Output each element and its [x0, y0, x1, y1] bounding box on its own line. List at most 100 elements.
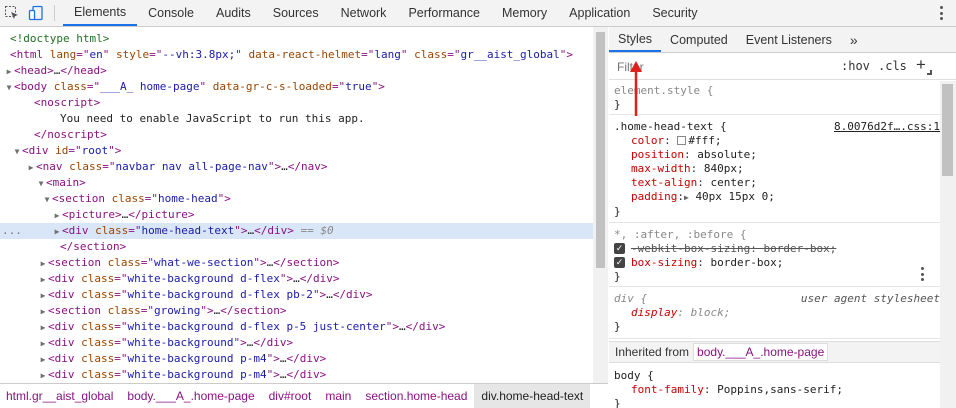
dom-node-line[interactable]: ▶ <div class="white-background d-flex p-5… [0, 319, 593, 335]
expand-triangle-icon[interactable]: ▶ [38, 256, 48, 272]
filter-input[interactable] [613, 57, 831, 77]
prop-position[interactable]: position: absolute; [631, 148, 757, 162]
dom-node-line[interactable]: ▶ <div class="white-background p-m4">…</d… [0, 367, 593, 383]
prop-box-sizing[interactable]: box-sizing: border-box; [631, 256, 783, 270]
hover-state-toggle[interactable]: :hov [841, 59, 870, 73]
tab-sources[interactable]: Sources [262, 0, 330, 26]
expand-triangle-icon[interactable]: ▶ [38, 336, 48, 352]
new-rule-menu-icon[interactable] [927, 70, 932, 75]
breadcrumb-body[interactable]: body.___A_.home-page [120, 384, 261, 408]
breadcrumb-div-selected[interactable]: div.home-head-text [474, 383, 591, 408]
inspect-element-icon[interactable] [0, 0, 24, 26]
collapse-triangle-icon[interactable]: ▼ [12, 144, 22, 160]
dom-node-line[interactable]: You need to enable JavaScript to run thi… [0, 111, 593, 127]
tab-memory[interactable]: Memory [491, 0, 558, 26]
prop-color[interactable]: color: #fff; [631, 134, 722, 148]
checkbox-webkit-box-sizing[interactable]: ✓ [614, 243, 625, 254]
more-tabs-icon[interactable]: » [841, 27, 867, 52]
prop-webkit-box-sizing[interactable]: -webkit-box-sizing: border-box; [631, 242, 836, 256]
tab-console[interactable]: Console [137, 0, 205, 26]
inherited-label: Inherited from [615, 345, 690, 359]
dom-node-line[interactable]: <!doctype html> [0, 31, 593, 47]
inherited-selector-link[interactable]: body.___A_.home-page [693, 343, 829, 361]
dom-node-line[interactable]: ▶ <div class="white-background d-flex">…<… [0, 271, 593, 287]
rule-close: } [614, 98, 621, 111]
dom-node-line[interactable]: <html lang="en" style="--vh:3.8px;" data… [0, 47, 593, 63]
dom-node-line[interactable]: </noscript> [0, 127, 593, 143]
expand-triangle-icon[interactable]: ▶ [38, 368, 48, 383]
collapse-triangle-icon[interactable]: ▼ [4, 80, 14, 96]
breadcrumb-main[interactable]: main [318, 384, 358, 408]
prop-max-width[interactable]: max-width: 840px; [631, 162, 744, 176]
expand-icon: ▶ [683, 193, 689, 202]
more-options-icon[interactable] [934, 4, 948, 22]
dom-node-line[interactable]: ▶ <head>…</head> [0, 63, 593, 79]
annotation-arrow-icon [630, 61, 642, 116]
body-rule: body { font-family: Poppins,sans-serif; … [609, 365, 940, 408]
dom-node-line[interactable]: ▶ <section class="growing">…</section> [0, 303, 593, 319]
dom-node-line[interactable]: </section> [0, 239, 593, 255]
dom-node-line[interactable]: ▼ <div id="root"> [0, 143, 593, 159]
dom-node-line[interactable]: ▼ <section class="home-head"> [0, 191, 593, 207]
prop-padding[interactable]: padding:▶ 40px 15px 0; [631, 190, 775, 204]
prop-font-family[interactable]: font-family: Poppins,sans-serif; [631, 383, 843, 397]
rule-menu-icon[interactable] [920, 267, 924, 281]
checkbox-box-sizing[interactable]: ✓ [614, 257, 625, 268]
expand-triangle-icon[interactable]: ▶ [52, 224, 62, 240]
expand-triangle-icon[interactable]: ▶ [38, 272, 48, 288]
expand-triangle-icon[interactable]: ▶ [4, 64, 14, 80]
new-rule-button[interactable]: + [916, 55, 926, 75]
rule-close: } [614, 397, 621, 408]
rule-source-link[interactable]: 8.0076d2f….css:1 [834, 120, 940, 133]
dom-node-line[interactable]: ▶ <nav class="navbar nav all-page-nav">…<… [0, 159, 593, 175]
tab-network[interactable]: Network [330, 0, 398, 26]
collapse-triangle-icon[interactable]: ▼ [36, 176, 46, 192]
styles-scrollbar-thumb[interactable] [942, 84, 953, 176]
tab-elements[interactable]: Elements [63, 0, 138, 26]
tab-styles[interactable]: Styles [609, 27, 662, 52]
dom-node-line[interactable]: ▶ <section class="what-we-section">…</sec… [0, 255, 593, 271]
rule-selector: body { [614, 369, 654, 382]
tab-performance[interactable]: Performance [397, 0, 491, 26]
color-swatch-icon[interactable] [677, 136, 687, 145]
expand-triangle-icon[interactable]: ▶ [52, 208, 62, 224]
expand-triangle-icon[interactable]: ▶ [38, 288, 48, 304]
node-actions-icon[interactable]: ... [2, 223, 22, 239]
collapse-triangle-icon[interactable]: ▼ [42, 192, 52, 208]
dom-node-line[interactable]: ▶ <picture>…</picture> [0, 207, 593, 223]
tab-application[interactable]: Application [558, 0, 641, 26]
prop-text-align[interactable]: text-align: center; [631, 176, 757, 190]
breadcrumb-div-root[interactable]: div#root [262, 384, 319, 408]
tab-audits[interactable]: Audits [205, 0, 262, 26]
dom-node-line[interactable]: ▶ <div class="white-background d-flex pb-… [0, 287, 593, 303]
breadcrumb-section[interactable]: section.home-head [358, 384, 474, 408]
expand-triangle-icon[interactable]: ▶ [26, 160, 36, 176]
rule-close: } [614, 270, 621, 283]
tab-computed[interactable]: Computed [661, 27, 737, 52]
class-toggle[interactable]: .cls [878, 59, 907, 73]
prop-display: display: block; [631, 306, 731, 319]
dom-node-line[interactable]: ▶ <div class="white-background">…</div> [0, 335, 593, 351]
device-toolbar-icon[interactable] [24, 0, 48, 26]
styles-sidebar: Styles Computed Event Listeners » :hov .… [609, 27, 956, 408]
breadcrumb: html.gr__aist_global body.___A_.home-pag… [0, 383, 608, 408]
dom-node-line[interactable]: <noscript> [0, 95, 593, 111]
rule-selector: .home-head-text { [614, 120, 727, 133]
element-style-rule: element.style { } [609, 81, 940, 115]
breadcrumb-html[interactable]: html.gr__aist_global [0, 384, 120, 408]
expand-triangle-icon[interactable]: ▶ [38, 320, 48, 336]
div-ua-rule: div { user agent stylesheet display: blo… [609, 289, 940, 339]
dom-node-line[interactable]: ▶ <div class="home-head-text">…</div> == … [0, 223, 593, 239]
dom-node-line[interactable]: ▼ <body class="___A_ home-page" data-gr-c… [0, 79, 593, 95]
dom-node-line[interactable]: ▶ <div class="white-background p-m4">…</d… [0, 351, 593, 367]
devtools-toolbar: Elements Console Audits Sources Network … [0, 0, 956, 27]
home-head-text-rule: .home-head-text { 8.0076d2f….css:1 color… [609, 117, 940, 223]
tab-event-listeners[interactable]: Event Listeners [737, 27, 841, 52]
dom-node-line[interactable]: ▼ <main> [0, 175, 593, 191]
rule-close: } [614, 320, 621, 333]
inherited-header: Inherited from body.___A_.home-page [609, 341, 940, 363]
dom-scrollbar-thumb[interactable] [596, 32, 605, 268]
expand-triangle-icon[interactable]: ▶ [38, 304, 48, 320]
tab-security[interactable]: Security [641, 0, 708, 26]
expand-triangle-icon[interactable]: ▶ [38, 352, 48, 368]
